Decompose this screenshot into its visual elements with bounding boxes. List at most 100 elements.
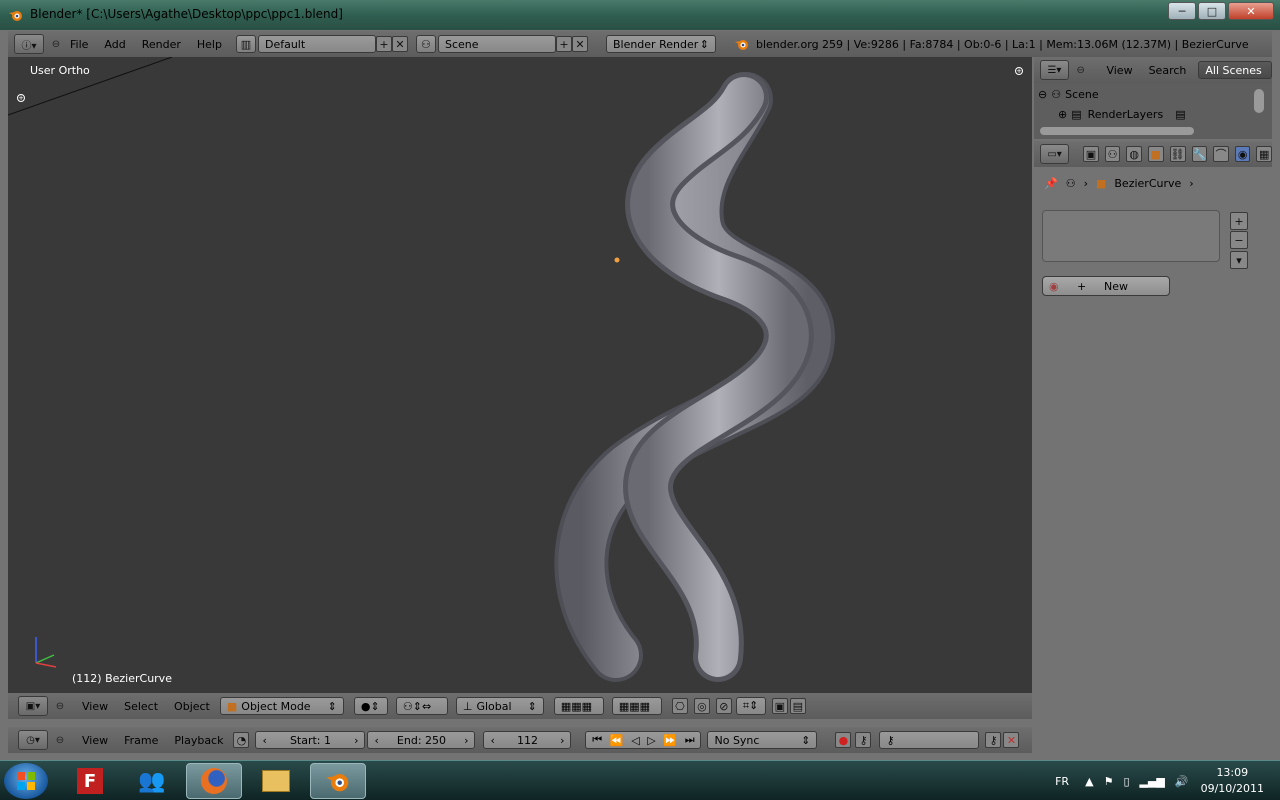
close-button[interactable]: ✕ <box>1228 2 1274 20</box>
remove-scene-icon[interactable]: ✕ <box>571 36 588 52</box>
expand-icon[interactable]: ⊕ <box>1058 108 1067 121</box>
prev-keyframe-icon[interactable]: ⏪ <box>610 734 624 747</box>
filezilla-taskbar-icon[interactable]: F <box>62 763 118 799</box>
clock[interactable]: 13:09 09/10/2011 <box>1201 765 1264 797</box>
screen-layout-field[interactable]: Default <box>257 35 376 53</box>
menu-select[interactable]: Select <box>116 700 166 713</box>
3d-viewport[interactable]: User Ortho + + (112) BezierCurve <box>8 57 1032 693</box>
render-animation-icon[interactable]: ▤ <box>789 698 806 714</box>
outliner-filter-select[interactable]: All Scenes <box>1198 61 1272 79</box>
maximize-button[interactable]: □ <box>1198 2 1226 20</box>
menu-render[interactable]: Render <box>134 38 189 51</box>
pin-icon[interactable]: 📌 <box>1044 177 1058 190</box>
jump-start-icon[interactable]: ⏮ <box>592 733 602 747</box>
network-icon[interactable]: ▂▄▆ <box>1140 775 1165 788</box>
remove-screen-icon[interactable]: ✕ <box>391 36 408 52</box>
menu-view[interactable]: View <box>74 734 116 747</box>
scene-field[interactable]: Scene <box>437 35 556 53</box>
preview-range-icon[interactable]: ◔ <box>233 732 250 748</box>
messenger-taskbar-icon[interactable]: 👥 <box>124 763 180 799</box>
collapse-menus-icon[interactable]: ⊖ <box>54 700 66 712</box>
collapse-menus-icon[interactable]: ⊖ <box>1075 64 1087 76</box>
horizontal-scrollbar[interactable] <box>1040 127 1194 135</box>
mode-select[interactable]: ■ Object Mode ⇕ <box>219 697 344 715</box>
increment-arrow-icon[interactable]: › <box>560 734 564 747</box>
increment-arrow-icon[interactable]: › <box>464 734 468 747</box>
snap-element-select[interactable]: ⌗⇕ <box>735 697 766 715</box>
decrement-arrow-icon[interactable]: ‹ <box>490 734 494 747</box>
menu-file[interactable]: File <box>62 38 96 51</box>
decrement-arrow-icon[interactable]: ‹ <box>262 734 266 747</box>
next-keyframe-icon[interactable]: ⏩ <box>663 734 677 747</box>
blender-taskbar-icon[interactable] <box>310 763 366 799</box>
action-center-flag-icon[interactable]: ⚑ <box>1104 775 1114 788</box>
record-icon[interactable]: ● <box>835 732 852 748</box>
render-icon[interactable]: ▣ <box>771 698 788 714</box>
texture-tab-icon[interactable]: ▦ <box>1256 146 1273 162</box>
editor-type-timeline-button[interactable]: ◷▾ <box>18 730 48 750</box>
play-icon[interactable]: ▷ <box>647 734 655 747</box>
material-tab-icon[interactable]: ◉ <box>1234 146 1251 162</box>
power-icon[interactable]: ▯ <box>1123 775 1129 788</box>
collapse-menus-icon[interactable]: ⊖ <box>54 734 66 746</box>
insert-keyframe-icon[interactable]: ⚷ <box>985 732 1002 748</box>
editor-type-info-button[interactable]: ⓘ▾ <box>14 34 44 54</box>
screen-layout-icon[interactable]: ▥ <box>235 35 256 53</box>
play-reverse-icon[interactable]: ◁ <box>631 734 639 747</box>
show-hidden-icons-icon[interactable]: ▲ <box>1085 775 1093 788</box>
volume-icon[interactable]: 🔊 <box>1175 775 1189 788</box>
orientation-select[interactable]: ⊥ Global ⇕ <box>455 697 544 715</box>
menu-view[interactable]: View <box>1098 64 1140 77</box>
menu-playback[interactable]: Playback <box>166 734 231 747</box>
jump-end-icon[interactable]: ⏭ <box>685 733 695 747</box>
add-screen-icon[interactable]: + <box>375 36 392 52</box>
explorer-taskbar-icon[interactable] <box>248 763 304 799</box>
editor-type-properties-button[interactable]: ▭▾ <box>1040 144 1070 164</box>
material-slot-list[interactable] <box>1042 210 1220 262</box>
collapse-menus-icon[interactable]: ⊖ <box>50 38 62 50</box>
menu-search[interactable]: Search <box>1141 64 1195 77</box>
scene-icon[interactable]: ⚇ <box>415 35 436 53</box>
sync-select[interactable]: No Sync ⇕ <box>707 731 818 749</box>
remove-slot-icon[interactable]: − <box>1230 231 1248 249</box>
delete-keyframe-icon[interactable]: ✕ <box>1003 732 1020 748</box>
firefox-taskbar-icon[interactable] <box>186 763 242 799</box>
world-tab-icon[interactable]: ◍ <box>1126 146 1142 162</box>
vertical-scrollbar[interactable] <box>1254 89 1264 113</box>
new-material-button[interactable]: ◉ + New <box>1042 276 1170 296</box>
constraints-tab-icon[interactable]: ⛓ <box>1169 146 1186 162</box>
region-toggle-icon[interactable]: + <box>17 94 25 102</box>
menu-add[interactable]: Add <box>96 38 133 51</box>
expand-icon[interactable]: ⊖ <box>1038 88 1047 101</box>
menu-object[interactable]: Object <box>166 700 218 713</box>
object-tab-icon[interactable]: ■ <box>1147 146 1164 162</box>
tree-item-scene[interactable]: ⊖ ⚇ Scene <box>1038 85 1099 103</box>
editor-type-3dview-button[interactable]: ▣▾ <box>18 696 48 716</box>
current-frame-field[interactable]: ‹ 112 › <box>483 731 572 749</box>
modifiers-tab-icon[interactable]: 🔧 <box>1191 146 1208 162</box>
minimize-button[interactable]: ─ <box>1168 2 1196 20</box>
start-button[interactable] <box>4 763 48 799</box>
end-frame-field[interactable]: ‹ End: 250 › <box>367 731 476 749</box>
data-tab-icon[interactable]: ⌒ <box>1213 146 1229 162</box>
decrement-arrow-icon[interactable]: ‹ <box>374 734 378 747</box>
editor-type-outliner-button[interactable]: ☰▾ <box>1040 60 1069 80</box>
lock-camera-icon[interactable]: ⎔ <box>671 698 688 714</box>
menu-view[interactable]: View <box>74 700 116 713</box>
keying-set-icon[interactable]: ⚷ <box>855 732 872 748</box>
title-bar[interactable]: Blender* [C:\Users\Agathe\Desktop\ppc\pp… <box>0 0 1280 30</box>
menu-frame[interactable]: Frame <box>116 734 166 747</box>
tree-item-renderlayers[interactable]: ⊕ ▤ RenderLayers ▤ <box>1058 105 1186 123</box>
render-tab-icon[interactable]: ▣ <box>1083 146 1099 162</box>
shading-select[interactable]: ●⇕ <box>353 697 388 715</box>
add-scene-icon[interactable]: + <box>555 36 572 52</box>
proportional-edit-icon[interactable]: ◎ <box>693 698 710 714</box>
renderlayer-toggle-icon[interactable]: ▤ <box>1175 108 1185 121</box>
menu-help[interactable]: Help <box>189 38 230 51</box>
slot-menu-icon[interactable]: ▾ <box>1230 251 1248 269</box>
scene-tab-icon[interactable]: ⚇ <box>1104 146 1121 162</box>
snap-icon[interactable]: ⊘ <box>715 698 732 714</box>
region-toggle-icon[interactable]: + <box>1015 67 1023 75</box>
add-slot-icon[interactable]: + <box>1230 212 1248 230</box>
increment-arrow-icon[interactable]: › <box>354 734 358 747</box>
